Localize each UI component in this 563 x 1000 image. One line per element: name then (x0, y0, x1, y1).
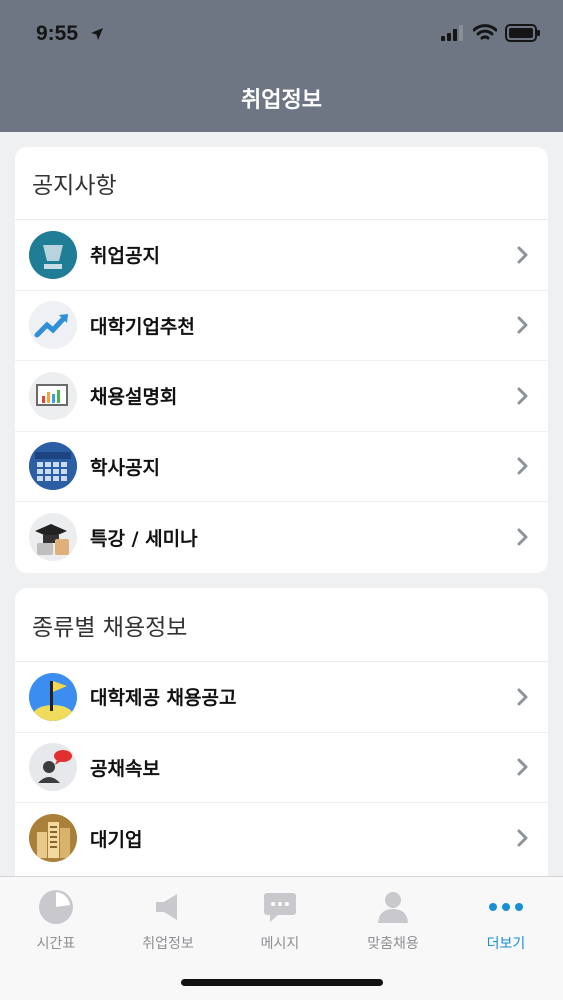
list-item-lecture-seminar[interactable]: 특강 / 세미나 (15, 502, 548, 573)
wifi-icon (472, 24, 498, 46)
chevron-right-icon (517, 457, 528, 479)
megaphone-icon (112, 887, 224, 927)
list-item-label: 대기업 (90, 828, 143, 851)
more-dots-icon (450, 887, 562, 927)
list-item-large-company[interactable]: 대기업 (15, 803, 548, 874)
battery-icon (505, 24, 541, 46)
chevron-right-icon (517, 688, 528, 710)
chevron-right-icon (517, 829, 528, 851)
chevron-right-icon (517, 387, 528, 409)
list-item-company-recommend[interactable]: 대학기업추천 (15, 291, 548, 361)
section-job-types: 종류별 채용정보 대학제공 채용공고 공채속보 대기업 (15, 588, 548, 888)
chevron-right-icon (517, 246, 528, 268)
tab-label: 메시지 (260, 936, 300, 952)
trend-chart-icon (29, 301, 77, 350)
list-item-label: 특강 / 세미나 (90, 527, 198, 550)
chat-bubble-icon (224, 887, 336, 927)
list-item-job-fair[interactable]: 채용설명회 (15, 361, 548, 432)
tab-timetable[interactable]: 시간표 (0, 887, 112, 953)
list-item-academic-notice[interactable]: 학사공지 (15, 432, 548, 502)
status-bar: 9:55 (0, 0, 563, 66)
tab-messages[interactable]: 메시지 (224, 887, 336, 953)
clock-pie-icon (0, 887, 112, 927)
list-item-label: 공채속보 (90, 757, 160, 780)
section-title: 종류별 채용정보 (15, 588, 548, 662)
location-arrow-icon (90, 26, 104, 45)
home-indicator[interactable] (181, 979, 383, 986)
tab-job-info[interactable]: 취업정보 (112, 887, 224, 953)
person-alert-icon (29, 743, 77, 792)
signal-icon (441, 25, 465, 45)
top-bar: 9:55 취업정보 (0, 0, 563, 132)
graduation-cap-icon (29, 513, 77, 562)
list-item-label: 대학기업추천 (90, 315, 195, 338)
buildings-icon (29, 814, 77, 863)
list-item-recruitment-news[interactable]: 공채속보 (15, 733, 548, 803)
chevron-right-icon (517, 316, 528, 338)
list-item-label: 대학제공 채용공고 (90, 687, 237, 710)
list-item-label: 채용설명회 (90, 386, 178, 409)
list-item-label: 학사공지 (90, 456, 160, 479)
presentation-icon (29, 371, 77, 420)
section-notices: 공지사항 취업공지 대학기업추천 채용설명회 학사공지 특강 / 세미나 (15, 147, 548, 573)
person-icon (337, 887, 449, 927)
schedule-calendar-icon (29, 442, 77, 491)
page-title: 취업정보 (241, 88, 322, 113)
status-time: 9:55 (36, 22, 79, 45)
chevron-right-icon (517, 528, 528, 550)
chevron-right-icon (517, 758, 528, 780)
list-item-job-notice[interactable]: 취업공지 (15, 220, 548, 291)
list-item-university-job-posting[interactable]: 대학제공 채용공고 (15, 662, 548, 733)
tab-custom-jobs[interactable]: 맞춤채용 (337, 887, 449, 953)
tab-label: 취업정보 (142, 936, 194, 952)
notice-icon (29, 230, 77, 279)
tab-label: 더보기 (486, 936, 526, 952)
list-item-label: 취업공지 (90, 245, 160, 268)
tab-label: 맞춤채용 (367, 936, 419, 952)
tab-label: 시간표 (36, 936, 76, 952)
flag-icon (29, 672, 77, 721)
tab-more[interactable]: 더보기 (450, 887, 562, 953)
section-title: 공지사항 (15, 147, 548, 220)
